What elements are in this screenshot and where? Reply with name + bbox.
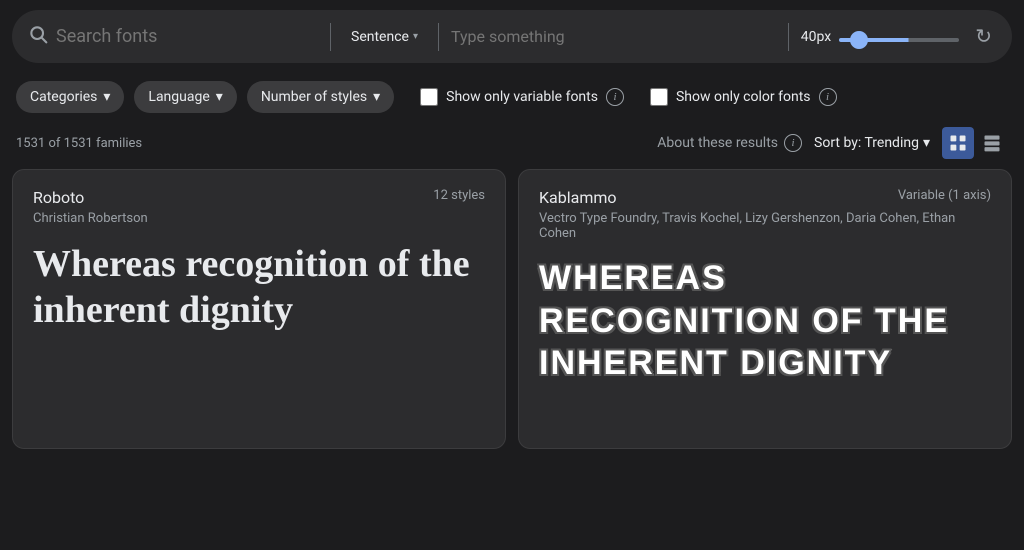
categories-arrow: ▾ bbox=[103, 89, 110, 105]
number-of-styles-arrow: ▾ bbox=[373, 89, 380, 105]
number-of-styles-button[interactable]: Number of styles ▾ bbox=[247, 81, 394, 113]
px-section: 40px bbox=[801, 27, 959, 46]
kablammo-card-header: Kablammo Variable (1 axis) bbox=[539, 188, 991, 207]
view-toggle bbox=[942, 127, 1008, 159]
results-right: About these results i Sort by: Trending … bbox=[657, 127, 1008, 159]
grid-view-icon bbox=[948, 133, 968, 153]
about-results-info-icon[interactable]: i bbox=[784, 134, 802, 152]
categories-button[interactable]: Categories ▾ bbox=[16, 81, 124, 113]
search-divider bbox=[330, 23, 331, 51]
grid-view-button[interactable] bbox=[942, 127, 974, 159]
font-card-kablammo[interactable]: Kablammo Variable (1 axis) Vectro Type F… bbox=[518, 169, 1012, 449]
variable-fonts-checkbox[interactable] bbox=[420, 88, 438, 106]
roboto-preview: Whereas recognition of the inherent dign… bbox=[33, 242, 485, 333]
roboto-name: Roboto bbox=[33, 188, 84, 207]
kablammo-name: Kablammo bbox=[539, 188, 617, 207]
about-results[interactable]: About these results i bbox=[657, 134, 802, 152]
font-card-roboto[interactable]: Roboto 12 styles Christian Robertson Whe… bbox=[12, 169, 506, 449]
color-fonts-label[interactable]: Show only color fonts bbox=[676, 89, 811, 105]
results-bar: 1531 of 1531 families About these result… bbox=[0, 121, 1024, 169]
type-divider bbox=[438, 23, 439, 51]
search-section bbox=[28, 24, 318, 49]
color-fonts-info-icon[interactable]: i bbox=[819, 88, 837, 106]
top-bar: Sentence ▾ 40px ↻ bbox=[12, 10, 1012, 63]
language-label: Language bbox=[148, 89, 209, 105]
roboto-card-header: Roboto 12 styles bbox=[33, 188, 485, 207]
color-fonts-checkbox[interactable] bbox=[650, 88, 668, 106]
about-results-label: About these results bbox=[657, 135, 778, 151]
kablammo-styles: Variable (1 axis) bbox=[898, 188, 991, 203]
kablammo-author: Vectro Type Foundry, Travis Kochel, Lizy… bbox=[539, 211, 991, 241]
roboto-styles: 12 styles bbox=[433, 188, 485, 203]
sentence-dropdown-arrow: ▾ bbox=[413, 31, 418, 42]
sort-label: Sort by: Trending bbox=[814, 135, 919, 151]
language-button[interactable]: Language ▾ bbox=[134, 81, 236, 113]
variable-fonts-group: Show only variable fonts i bbox=[420, 88, 624, 106]
variable-fonts-info-icon[interactable]: i bbox=[606, 88, 624, 106]
fonts-grid: Roboto 12 styles Christian Robertson Whe… bbox=[0, 169, 1024, 461]
list-view-button[interactable] bbox=[976, 127, 1008, 159]
sort-arrow: ▾ bbox=[923, 135, 930, 151]
search-icon bbox=[28, 24, 48, 49]
font-size-slider[interactable] bbox=[839, 38, 959, 42]
sort-dropdown[interactable]: Sort by: Trending ▾ bbox=[814, 135, 930, 151]
language-arrow: ▾ bbox=[216, 89, 223, 105]
variable-fonts-label[interactable]: Show only variable fonts bbox=[446, 89, 598, 105]
categories-label: Categories bbox=[30, 89, 97, 105]
type-input[interactable] bbox=[451, 27, 776, 46]
sentence-label: Sentence bbox=[351, 29, 409, 45]
filters-bar: Categories ▾ Language ▾ Number of styles… bbox=[0, 73, 1024, 121]
list-view-icon bbox=[982, 133, 1002, 153]
results-count: 1531 of 1531 families bbox=[16, 136, 142, 151]
number-of-styles-label: Number of styles bbox=[261, 89, 367, 105]
sentence-dropdown[interactable]: Sentence ▾ bbox=[343, 25, 426, 49]
px-value: 40px bbox=[801, 29, 831, 45]
px-divider bbox=[788, 23, 789, 51]
refresh-button[interactable]: ↻ bbox=[971, 20, 996, 53]
roboto-author: Christian Robertson bbox=[33, 211, 485, 226]
search-input[interactable] bbox=[56, 26, 266, 47]
color-fonts-group: Show only color fonts i bbox=[650, 88, 837, 106]
font-size-slider-wrap bbox=[839, 27, 959, 46]
kablammo-preview: WHEREAS RECOGNITION OF THE INHERENT DIGN… bbox=[539, 257, 991, 385]
